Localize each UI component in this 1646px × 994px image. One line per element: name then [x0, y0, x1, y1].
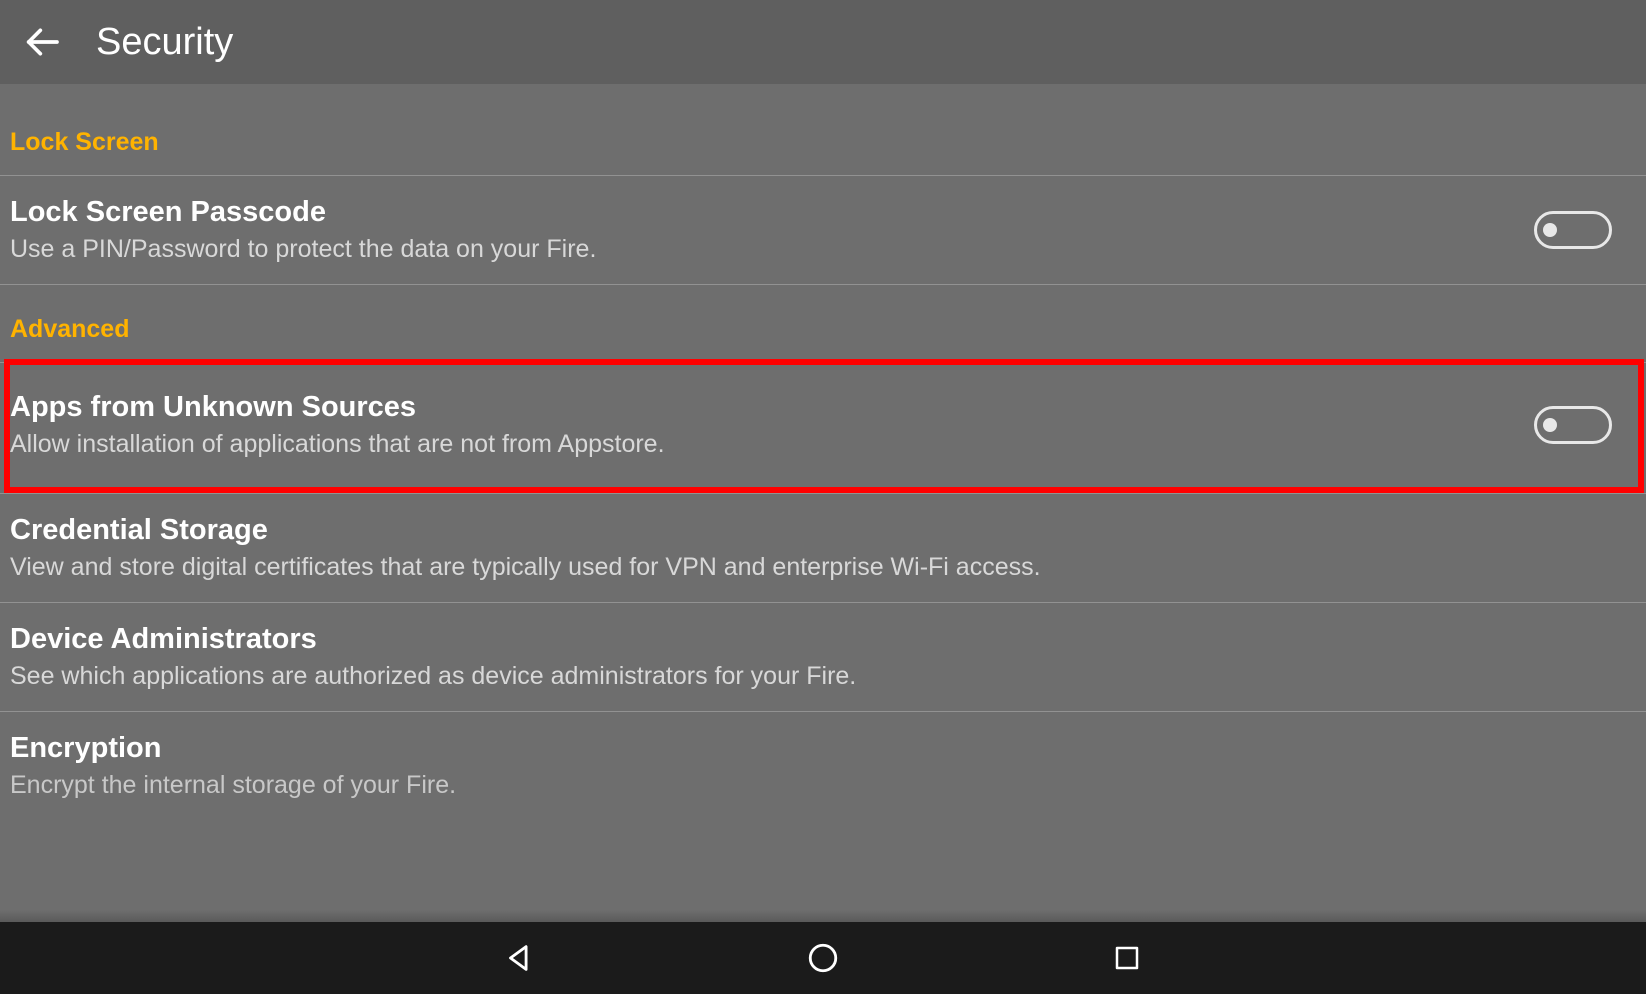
toggle-apps-unknown-sources[interactable] — [1534, 406, 1612, 444]
content-area: Lock Screen Lock Screen Passcode Use a P… — [0, 84, 1646, 922]
row-device-administrators[interactable]: Device Administrators See which applicat… — [0, 603, 1646, 711]
back-button[interactable] — [14, 14, 70, 70]
row-text: Credential Storage View and store digita… — [10, 514, 1636, 582]
row-subtitle: Encrypt the internal storage of your Fir… — [10, 771, 1636, 800]
section-header-advanced: Advanced — [0, 285, 1646, 362]
row-text: Apps from Unknown Sources Allow installa… — [10, 391, 1534, 459]
row-title: Encryption — [10, 732, 1636, 765]
row-title: Device Administrators — [10, 623, 1636, 656]
toggle-knob-icon — [1543, 223, 1557, 237]
row-title: Apps from Unknown Sources — [10, 391, 1534, 424]
row-lock-screen-passcode[interactable]: Lock Screen Passcode Use a PIN/Password … — [0, 176, 1646, 284]
toggle-lock-screen-passcode[interactable] — [1534, 211, 1612, 249]
row-subtitle: Allow installation of applications that … — [10, 430, 1534, 459]
row-subtitle: See which applications are authorized as… — [10, 662, 1636, 691]
row-encryption[interactable]: Encryption Encrypt the internal storage … — [0, 712, 1646, 800]
section-header-lock-screen: Lock Screen — [0, 84, 1646, 175]
nav-home-button[interactable] — [801, 936, 845, 980]
arrow-left-icon — [22, 22, 62, 62]
circle-home-icon — [806, 941, 840, 975]
highlighted-container: Apps from Unknown Sources Allow installa… — [0, 363, 1646, 489]
triangle-back-icon — [502, 941, 536, 975]
page-title: Security — [96, 21, 233, 64]
row-text: Lock Screen Passcode Use a PIN/Password … — [10, 196, 1534, 264]
row-text: Encryption Encrypt the internal storage … — [10, 732, 1636, 800]
row-title: Credential Storage — [10, 514, 1636, 547]
row-subtitle: View and store digital certificates that… — [10, 553, 1636, 582]
row-text: Device Administrators See which applicat… — [10, 623, 1636, 691]
row-apps-unknown-sources[interactable]: Apps from Unknown Sources Allow installa… — [0, 363, 1646, 489]
nav-recent-button[interactable] — [1105, 936, 1149, 980]
square-recent-icon — [1112, 943, 1142, 973]
nav-back-button[interactable] — [497, 936, 541, 980]
row-subtitle: Use a PIN/Password to protect the data o… — [10, 235, 1534, 264]
row-credential-storage[interactable]: Credential Storage View and store digita… — [0, 494, 1646, 602]
header-bar: Security — [0, 0, 1646, 84]
toggle-knob-icon — [1543, 418, 1557, 432]
row-title: Lock Screen Passcode — [10, 196, 1534, 229]
system-navbar — [0, 922, 1646, 994]
